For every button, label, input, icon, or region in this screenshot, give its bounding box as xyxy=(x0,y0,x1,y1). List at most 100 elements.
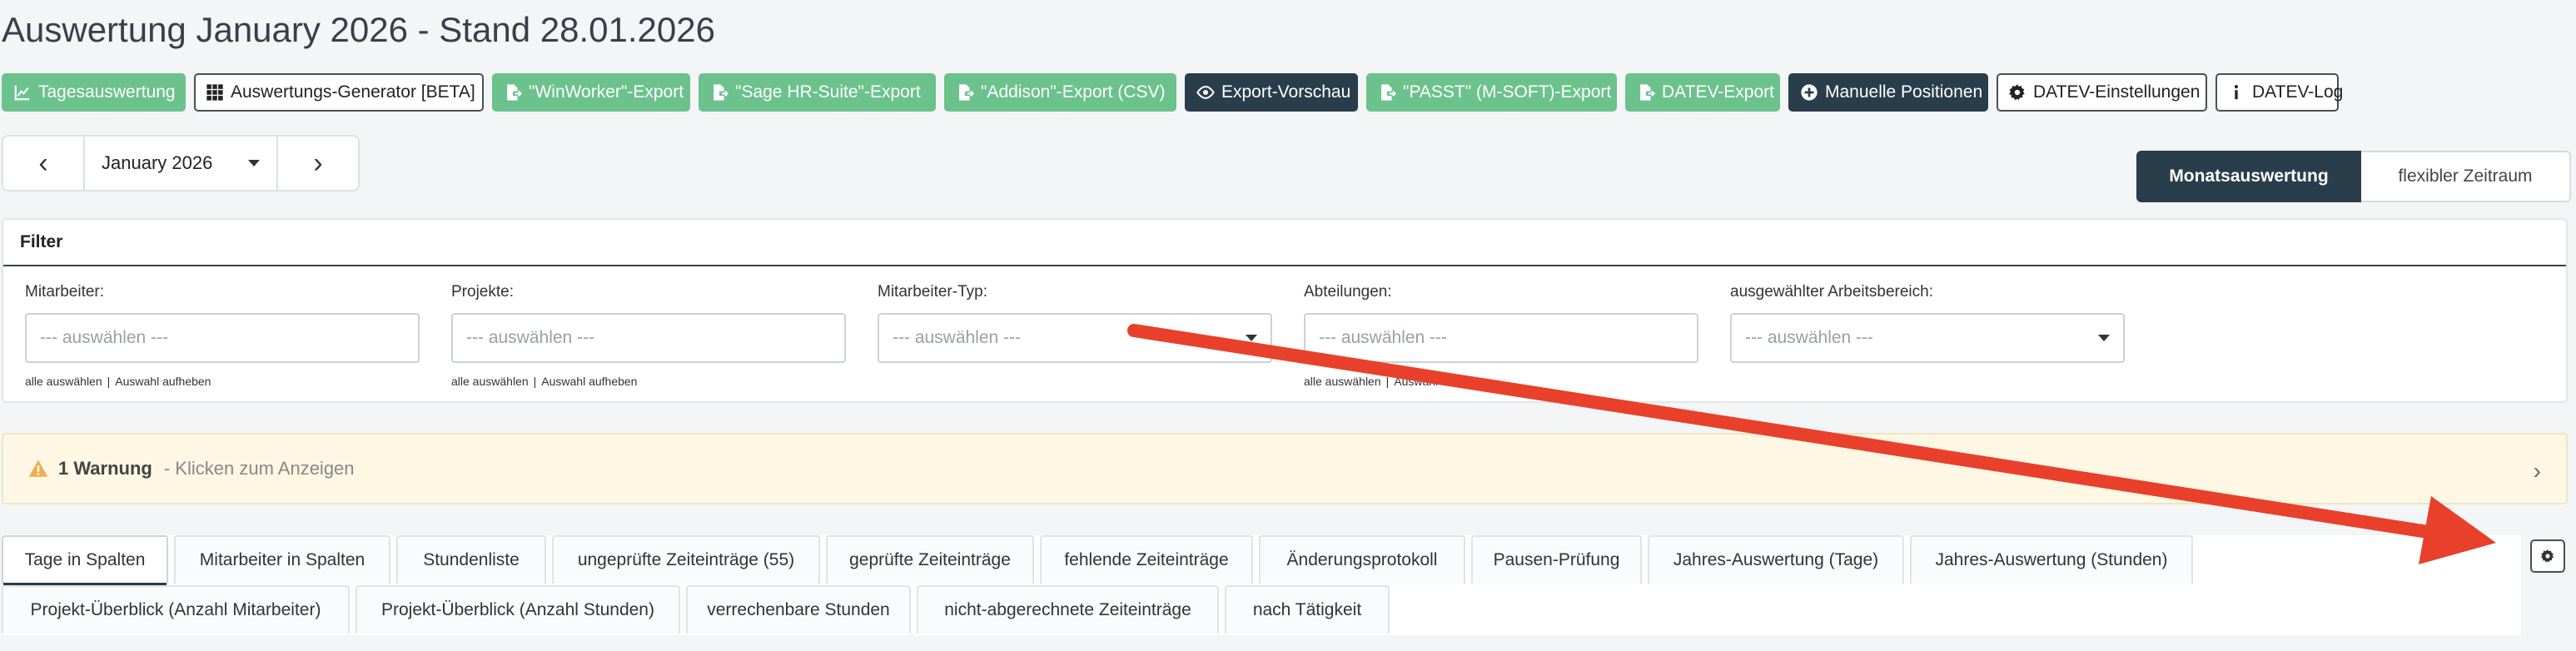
filter-label: Abteilungen: xyxy=(1304,283,1392,301)
input-placeholder: --- auswählen --- xyxy=(893,328,1022,347)
manuelle-positionen-button[interactable]: Manuelle Positionen xyxy=(1788,73,1988,112)
warning-bar[interactable]: 1 Warnung - Klicken zum Anzeigen › xyxy=(2,433,2568,504)
filter-help: alle auswählen | Auswahl aufheben xyxy=(25,375,420,388)
input-placeholder: --- auswählen --- xyxy=(1319,328,1448,347)
export-vorschau-button[interactable]: Export-Vorschau xyxy=(1185,73,1358,112)
caret-down-icon xyxy=(1246,335,1257,341)
file-export-icon xyxy=(504,83,522,102)
file-export-icon xyxy=(1378,83,1396,102)
auswertungs-generator-label: Auswertungs-Generator [BETA] xyxy=(231,82,475,102)
input-placeholder: --- auswählen --- xyxy=(40,328,169,347)
tab-tage-in-spalten[interactable]: Tage in Spalten xyxy=(2,535,168,585)
abteilungen-input[interactable]: --- auswählen --- xyxy=(1304,313,1698,363)
tab-pausen-pruefung[interactable]: Pausen-Prüfung xyxy=(1471,535,1642,584)
tab-fehlende-zeiteintraege[interactable]: fehlende Zeiteinträge xyxy=(1040,535,1253,584)
winworker-export-button[interactable]: "WinWorker"-Export xyxy=(492,73,690,112)
filter-help: alle auswählen | Auswahl aufheben xyxy=(451,375,846,388)
input-placeholder: --- auswählen --- xyxy=(1745,328,1874,347)
filter-abteilungen: Abteilungen: --- auswählen --- alle ausw… xyxy=(1304,281,1698,388)
month-select[interactable]: January 2026 xyxy=(83,137,278,190)
filter-arbeitsbereich: ausgewählter Arbeitsbereich: --- auswähl… xyxy=(1730,281,2125,363)
select-all-link[interactable]: alle auswählen xyxy=(25,375,102,388)
eye-icon xyxy=(1196,83,1215,102)
filter-mitarbeiter-typ: Mitarbeiter-Typ: --- auswählen --- xyxy=(878,281,1272,363)
plus-circle-icon xyxy=(1800,83,1818,102)
tab-aenderungsprotokoll[interactable]: Änderungsprotokoll xyxy=(1259,535,1465,584)
toolbar: Tagesauswertung Auswertungs-Generator [B… xyxy=(2,73,2343,112)
manuelle-positionen-label: Manuelle Positionen xyxy=(1825,82,1983,102)
datev-einstellungen-button[interactable]: DATEV-Einstellungen xyxy=(1997,73,2207,112)
month-select-value: January 2026 xyxy=(102,152,213,173)
warning-title: 1 Warnung xyxy=(58,458,152,479)
file-export-icon xyxy=(710,83,729,102)
gear-icon xyxy=(2008,83,2026,102)
warning-icon xyxy=(28,460,48,477)
mitarbeiter-input[interactable]: --- auswählen --- xyxy=(25,313,420,363)
tab-gepruefte-zeiteintraege[interactable]: geprüfte Zeiteinträge xyxy=(826,535,1034,584)
filter-panel: Filter Mitarbeiter: --- auswählen --- al… xyxy=(2,218,2568,403)
filter-projekte: Projekte: --- auswählen --- alle auswähl… xyxy=(451,281,846,388)
datev-einstellungen-label: DATEV-Einstellungen xyxy=(2033,82,2201,102)
month-navigation: ‹ January 2026 › xyxy=(2,135,360,191)
gear-icon xyxy=(2540,549,2554,563)
clear-selection-link[interactable]: Auswahl aufheben xyxy=(541,375,637,388)
datev-log-button[interactable]: DATEV-Log xyxy=(2215,73,2343,112)
select-all-link[interactable]: alle auswählen xyxy=(451,375,529,388)
sage-hr-export-button[interactable]: "Sage HR-Suite"-Export xyxy=(699,73,936,112)
tab-ungepruefte-zeiteintraege[interactable]: ungeprüfte Zeiteinträge (55) xyxy=(552,535,820,584)
filter-label: Mitarbeiter-Typ: xyxy=(878,283,987,301)
addison-export-label: "Addison"-Export (CSV) xyxy=(981,82,1166,102)
file-export-icon xyxy=(1637,83,1655,102)
tab-mitarbeiter-in-spalten[interactable]: Mitarbeiter in Spalten xyxy=(174,535,390,584)
flexibler-zeitraum-button[interactable]: flexibler Zeitraum xyxy=(2361,151,2571,202)
warning-hint: - Klicken zum Anzeigen xyxy=(163,458,355,479)
filter-label: Projekte: xyxy=(451,283,514,301)
filter-mitarbeiter: Mitarbeiter: --- auswählen --- alle ausw… xyxy=(25,281,420,388)
datev-export-label: DATEV-Export xyxy=(1662,82,1774,102)
next-month-button[interactable]: › xyxy=(278,137,358,190)
tagesauswertung-label: Tagesauswertung xyxy=(38,82,176,102)
auswertungs-generator-button[interactable]: Auswertungs-Generator [BETA] xyxy=(194,73,484,112)
file-export-icon xyxy=(956,83,974,102)
chevron-right-icon: › xyxy=(2533,458,2541,484)
filter-label: ausgewählter Arbeitsbereich: xyxy=(1730,283,1933,301)
grid-icon xyxy=(206,83,224,102)
addison-export-button[interactable]: "Addison"-Export (CSV) xyxy=(944,73,1176,112)
caret-down-icon xyxy=(248,160,260,166)
clear-selection-link[interactable]: Auswahl aufheben xyxy=(1394,375,1489,388)
passt-export-button[interactable]: "PASST" (M-SOFT)-Export xyxy=(1366,73,1617,112)
arbeitsbereich-select[interactable]: --- auswählen --- xyxy=(1730,313,2125,363)
mode-toggle: Monatsauswertung flexibler Zeitraum xyxy=(2136,151,2571,202)
table-settings-button[interactable] xyxy=(2530,539,2565,573)
previous-month-button[interactable]: ‹ xyxy=(3,137,83,190)
datev-export-button[interactable]: DATEV-Export xyxy=(1625,73,1780,112)
filter-title: Filter xyxy=(3,220,2566,266)
datev-log-label: DATEV-Log xyxy=(2252,82,2344,102)
filter-help: alle auswählen | Auswahl aufheben xyxy=(1304,375,1698,388)
tab-projekt-ueberblick-mitarbeiter[interactable]: Projekt-Überblick (Anzahl Mitarbeiter) xyxy=(2,585,350,634)
tagesauswertung-button[interactable]: Tagesauswertung xyxy=(2,73,186,112)
input-placeholder: --- auswählen --- xyxy=(466,328,595,347)
filter-label: Mitarbeiter: xyxy=(25,283,105,301)
tab-nicht-abgerechnete-zeiteintraege[interactable]: nicht-abgerechnete Zeiteinträge xyxy=(917,585,1219,634)
projekte-input[interactable]: --- auswählen --- xyxy=(451,313,846,363)
select-all-link[interactable]: alle auswählen xyxy=(1304,375,1381,388)
monatsauswertung-button[interactable]: Monatsauswertung xyxy=(2136,151,2361,202)
tab-bar: Tage in Spalten Mitarbeiter in Spalten S… xyxy=(2,535,2521,635)
caret-down-icon xyxy=(2098,335,2110,341)
chart-line-icon xyxy=(13,83,32,102)
tab-projekt-ueberblick-stunden[interactable]: Projekt-Überblick (Anzahl Stunden) xyxy=(356,585,680,634)
separator: | xyxy=(107,375,111,388)
tab-stundenliste[interactable]: Stundenliste xyxy=(396,535,546,584)
tab-verrechenbare-stunden[interactable]: verrechenbare Stunden xyxy=(686,585,911,634)
export-vorschau-label: Export-Vorschau xyxy=(1221,82,1351,102)
passt-export-label: "PASST" (M-SOFT)-Export xyxy=(1403,82,1612,102)
tab-jahres-auswertung-tage[interactable]: Jahres-Auswertung (Tage) xyxy=(1648,535,1904,584)
tab-nach-taetigkeit[interactable]: nach Tätigkeit xyxy=(1225,585,1390,634)
separator: | xyxy=(1385,375,1390,388)
tab-jahres-auswertung-stunden[interactable]: Jahres-Auswertung (Stunden) xyxy=(1910,535,2193,584)
mitarbeiter-typ-select[interactable]: --- auswählen --- xyxy=(878,313,1272,363)
clear-selection-link[interactable]: Auswahl aufheben xyxy=(115,375,211,388)
separator: | xyxy=(533,375,537,388)
winworker-export-label: "WinWorker"-Export xyxy=(529,82,684,102)
